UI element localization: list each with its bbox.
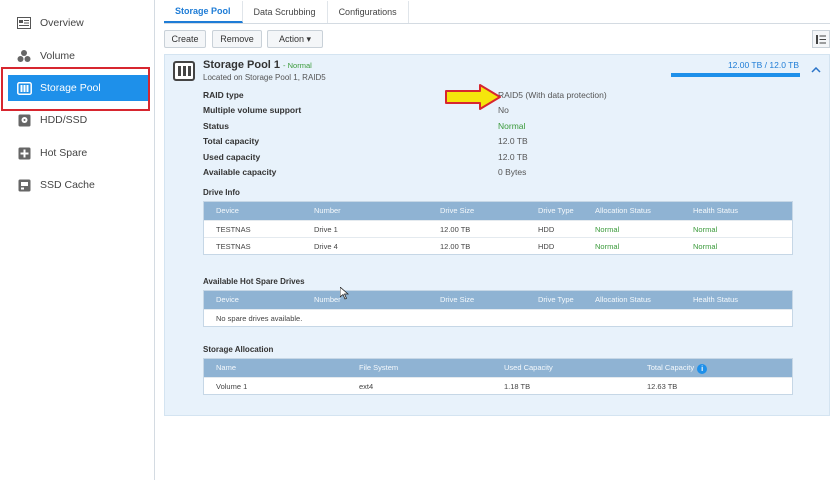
sidebar-item-hot-spare[interactable]: Hot Spare	[8, 140, 148, 166]
capacity-text: 12.00 TB / 12.0 TB	[727, 60, 799, 70]
tab-data-scrubbing[interactable]: Data Scrubbing	[243, 1, 328, 23]
detail-used-capacity: Used capacity 12.0 TB	[203, 152, 528, 162]
hot-spare-table: Device Number Drive Size Drive Type Allo…	[203, 290, 793, 327]
volume-icon	[16, 48, 32, 64]
empty-row: No spare drives available.	[204, 309, 792, 326]
detail-total-capacity: Total capacity 12.0 TB	[203, 136, 528, 146]
sidebar-item-label: Hot Spare	[40, 147, 88, 159]
tab-bar: Storage Pool Data Scrubbing Configuratio…	[164, 0, 830, 24]
table-row[interactable]: TESTNAS Drive 4 12.00 TB HDD Normal Norm…	[204, 237, 792, 254]
main-content: Storage Pool Data Scrubbing Configuratio…	[156, 0, 840, 480]
mouse-cursor-icon	[340, 287, 349, 300]
sidebar-item-label: Volume	[40, 50, 76, 62]
annotation-arrow-icon	[445, 84, 501, 110]
action-dropdown[interactable]: Action ▾	[267, 30, 323, 48]
sidebar-item-ssd-cache[interactable]: SSD Cache	[8, 172, 148, 198]
pool-status: - Normal	[283, 61, 312, 70]
detail-raid-type: RAID type RAID5 (With data protection)	[203, 90, 607, 100]
sidebar-item-overview[interactable]: Overview	[8, 10, 148, 36]
table-header: Name File System Used Capacity Total Cap…	[204, 359, 792, 377]
table-header: Device Number Drive Size Drive Type Allo…	[204, 202, 792, 220]
detail-status: Status Normal	[203, 121, 526, 131]
sidebar-item-hdd-ssd[interactable]: HDD/SSD	[8, 107, 148, 133]
ssd-cache-icon	[16, 177, 32, 193]
hdd-icon	[16, 112, 32, 128]
list-view-toggle[interactable]	[812, 30, 830, 48]
sidebar-item-label: HDD/SSD	[40, 114, 88, 126]
create-button[interactable]: Create	[164, 30, 206, 48]
storage-allocation-table: Name File System Used Capacity Total Cap…	[203, 358, 793, 395]
storage-pool-panel: Storage Pool 1- Normal Located on Storag…	[164, 54, 830, 416]
table-header: Device Number Drive Size Drive Type Allo…	[204, 291, 792, 309]
table-row[interactable]: TESTNAS Drive 1 12.00 TB HDD Normal Norm…	[204, 220, 792, 237]
detail-available-capacity: Available capacity 0 Bytes	[203, 167, 527, 177]
capacity-bar	[671, 73, 800, 77]
overview-icon	[16, 15, 32, 31]
sidebar-item-label: Overview	[40, 17, 84, 29]
tab-configurations[interactable]: Configurations	[328, 1, 409, 23]
storage-manager-window: Overview Volume Storage Pool HDD/SSD Hot…	[0, 0, 840, 480]
highlight-box	[1, 67, 150, 111]
sidebar-item-label: SSD Cache	[40, 179, 95, 191]
sidebar-item-volume[interactable]: Volume	[8, 43, 148, 69]
chevron-up-icon[interactable]	[811, 65, 821, 76]
total-capacity-header: Total Capacity i	[647, 363, 708, 374]
tab-storage-pool[interactable]: Storage Pool	[164, 1, 243, 23]
hot-spare-label: Available Hot Spare Drives	[203, 277, 305, 286]
table-row[interactable]: Volume 1 ext4 1.18 TB 12.63 TB	[204, 377, 792, 394]
storage-pool-icon	[173, 61, 195, 81]
drive-info-table: Device Number Drive Size Drive Type Allo…	[203, 201, 793, 255]
sidebar: Overview Volume Storage Pool HDD/SSD Hot…	[0, 0, 155, 480]
toolbar: Create Remove Action ▾	[164, 30, 830, 50]
pool-location: Located on Storage Pool 1, RAID5	[203, 73, 326, 82]
detail-multiple-volume: Multiple volume support No	[203, 105, 509, 115]
pool-title: Storage Pool 1- Normal	[203, 59, 312, 71]
storage-allocation-label: Storage Allocation	[203, 345, 274, 354]
remove-button[interactable]: Remove	[212, 30, 262, 48]
capacity-bar-fill	[671, 73, 800, 77]
list-view-icon	[816, 34, 826, 44]
hot-spare-icon	[16, 145, 32, 161]
drive-info-label: Drive Info	[203, 188, 240, 197]
info-icon[interactable]: i	[697, 364, 708, 374]
